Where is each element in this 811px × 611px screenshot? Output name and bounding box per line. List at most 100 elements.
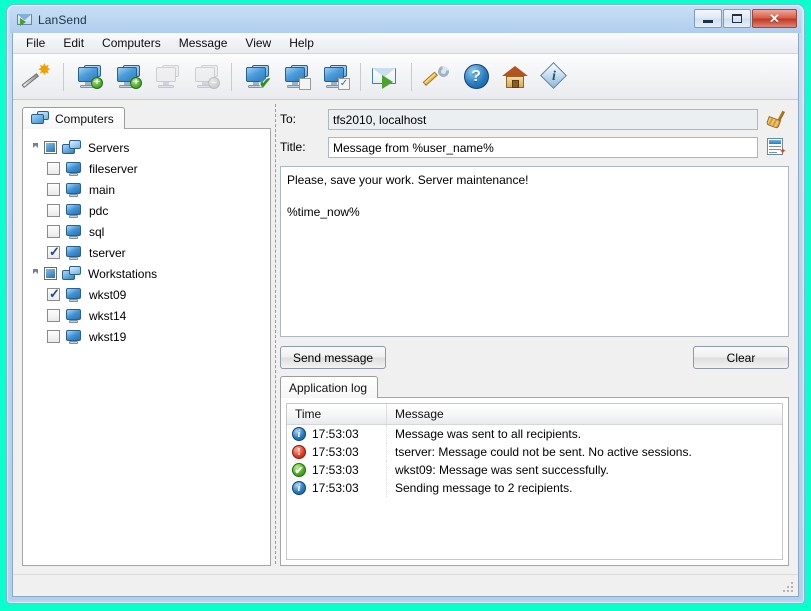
help-button[interactable]: ? [457, 57, 495, 97]
log-message: Message was sent to all recipients. [387, 427, 782, 441]
title-bar[interactable]: LanSend ✕ [10, 7, 801, 33]
tree-node-label: Workstations [88, 267, 157, 281]
expand-collapse-icon[interactable] [29, 143, 44, 152]
tab-computers-label: Computers [55, 112, 114, 126]
computers-tree[interactable]: Servers fileserver main [23, 129, 270, 565]
message-body-input[interactable]: Please, save your work. Server maintenan… [280, 166, 789, 337]
monitor-icon [65, 161, 83, 177]
log-tab-body: Time Message i 17:53:03 Message was sent… [280, 397, 789, 566]
options-button[interactable] [418, 57, 456, 97]
monitor-icon [65, 308, 83, 324]
monitor-check-box-icon: ✓ [322, 65, 348, 89]
tree-checkbox[interactable] [44, 267, 57, 280]
clear-button[interactable]: Clear [693, 346, 789, 369]
select-none-button[interactable] [277, 57, 315, 97]
tree-node-tserver[interactable]: tserver [29, 242, 266, 263]
select-all-button[interactable]: ✔ [238, 57, 276, 97]
add-group-button[interactable]: + [109, 57, 147, 97]
log-time-cell: ✔ 17:53:03 [287, 461, 387, 479]
magic-wand-icon: ✸ [24, 64, 52, 90]
templates-button[interactable]: ✦ [763, 136, 789, 158]
tree-node-fileserver[interactable]: fileserver [29, 158, 266, 179]
toolbar: ✸ + + [13, 54, 798, 100]
title-input[interactable]: Message from %user_name% [328, 137, 758, 158]
monitor-group-add-icon: + [115, 65, 141, 89]
title-row: Title: Message from %user_name% ✦ [280, 135, 789, 159]
add-computer-button[interactable]: + [70, 57, 108, 97]
maximize-button[interactable] [723, 9, 751, 28]
invert-selection-button[interactable]: ✓ [316, 57, 354, 97]
monitor-group-icon [31, 111, 50, 127]
info-icon: i [292, 481, 306, 495]
log-table[interactable]: Time Message i 17:53:03 Message was sent… [286, 403, 783, 560]
wizard-button[interactable]: ✸ [19, 57, 57, 97]
close-button[interactable]: ✕ [752, 9, 797, 28]
log-time: 17:53:03 [312, 463, 359, 477]
tree-checkbox[interactable] [47, 162, 60, 175]
success-icon: ✔ [292, 463, 306, 477]
tree-node-workstations[interactable]: Workstations [29, 263, 266, 284]
table-row[interactable]: ! 17:53:03 tserver: Message could not be… [287, 443, 782, 461]
tree-node-sql[interactable]: sql [29, 221, 266, 242]
log-message: tserver: Message could not be sent. No a… [387, 445, 782, 459]
tree-node-wkst14[interactable]: wkst14 [29, 305, 266, 326]
tree-checkbox[interactable] [47, 309, 60, 322]
tree-node-wkst09[interactable]: wkst09 [29, 284, 266, 305]
tab-application-log-label: Application log [289, 381, 367, 395]
client-area: File Edit Computers Message View Help ✸ [12, 33, 799, 597]
send-message-button[interactable]: Send message [280, 346, 386, 369]
menu-computers[interactable]: Computers [93, 34, 170, 53]
log-tabstrip: Application log [280, 376, 789, 398]
log-time-cell: ! 17:53:03 [287, 443, 387, 461]
column-header-message[interactable]: Message [387, 404, 782, 424]
edit-computer-button[interactable] [148, 57, 186, 97]
minimize-button[interactable] [694, 9, 722, 28]
tree-checkbox[interactable] [47, 183, 60, 196]
template-note-icon: ✦ [767, 138, 786, 156]
tree-node-servers[interactable]: Servers [29, 137, 266, 158]
tabstrip-filler [125, 107, 271, 129]
about-button[interactable]: i [535, 57, 573, 97]
monitor-icon [65, 329, 83, 345]
send-message-button[interactable] [367, 57, 405, 97]
tree-checkbox[interactable] [47, 204, 60, 217]
home-button[interactable] [496, 57, 534, 97]
tab-application-log[interactable]: Application log [280, 376, 378, 398]
table-row[interactable]: ✔ 17:53:03 wkst09: Message was sent succ… [287, 461, 782, 479]
tree-node-label: main [89, 183, 115, 197]
monitor-remove-icon: – [193, 65, 219, 89]
menu-file[interactable]: File [17, 34, 54, 53]
expand-collapse-icon[interactable] [29, 269, 44, 278]
menu-bar: File Edit Computers Message View Help [13, 33, 798, 54]
clear-recipients-button[interactable] [763, 108, 789, 130]
application-window: LanSend ✕ File Edit Computers Message [6, 4, 805, 604]
main-body: Computers Servers [13, 100, 798, 574]
tree-node-label: wkst14 [89, 309, 126, 323]
monitor-icon [65, 245, 83, 261]
tree-checkbox[interactable] [47, 288, 60, 301]
tree-node-main[interactable]: main [29, 179, 266, 200]
tree-node-pdc[interactable]: pdc [29, 200, 266, 221]
menu-view[interactable]: View [236, 34, 280, 53]
table-row[interactable]: i 17:53:03 Sending message to 2 recipien… [287, 479, 782, 497]
maximize-icon [732, 14, 742, 23]
tree-checkbox[interactable] [47, 246, 60, 259]
tree-checkbox[interactable] [47, 330, 60, 343]
remove-computer-button[interactable]: – [187, 57, 225, 97]
to-label: To: [280, 112, 328, 126]
tree-checkbox[interactable] [44, 141, 57, 154]
tree-checkbox[interactable] [47, 225, 60, 238]
column-header-time[interactable]: Time [287, 404, 387, 424]
tab-computers[interactable]: Computers [22, 107, 125, 129]
menu-message[interactable]: Message [170, 34, 237, 53]
table-row[interactable]: i 17:53:03 Message was sent to all recip… [287, 425, 782, 443]
desktop-background: LanSend ✕ File Edit Computers Message [0, 0, 811, 611]
menu-help[interactable]: Help [280, 34, 323, 53]
log-time-cell: i 17:53:03 [287, 425, 387, 443]
menu-edit[interactable]: Edit [54, 34, 93, 53]
to-field[interactable]: tfs2010, localhost [328, 109, 758, 130]
monitor-icon [65, 224, 83, 240]
panel-splitter[interactable] [271, 100, 280, 574]
tree-node-wkst19[interactable]: wkst19 [29, 326, 266, 347]
resize-grip[interactable] [783, 582, 795, 594]
